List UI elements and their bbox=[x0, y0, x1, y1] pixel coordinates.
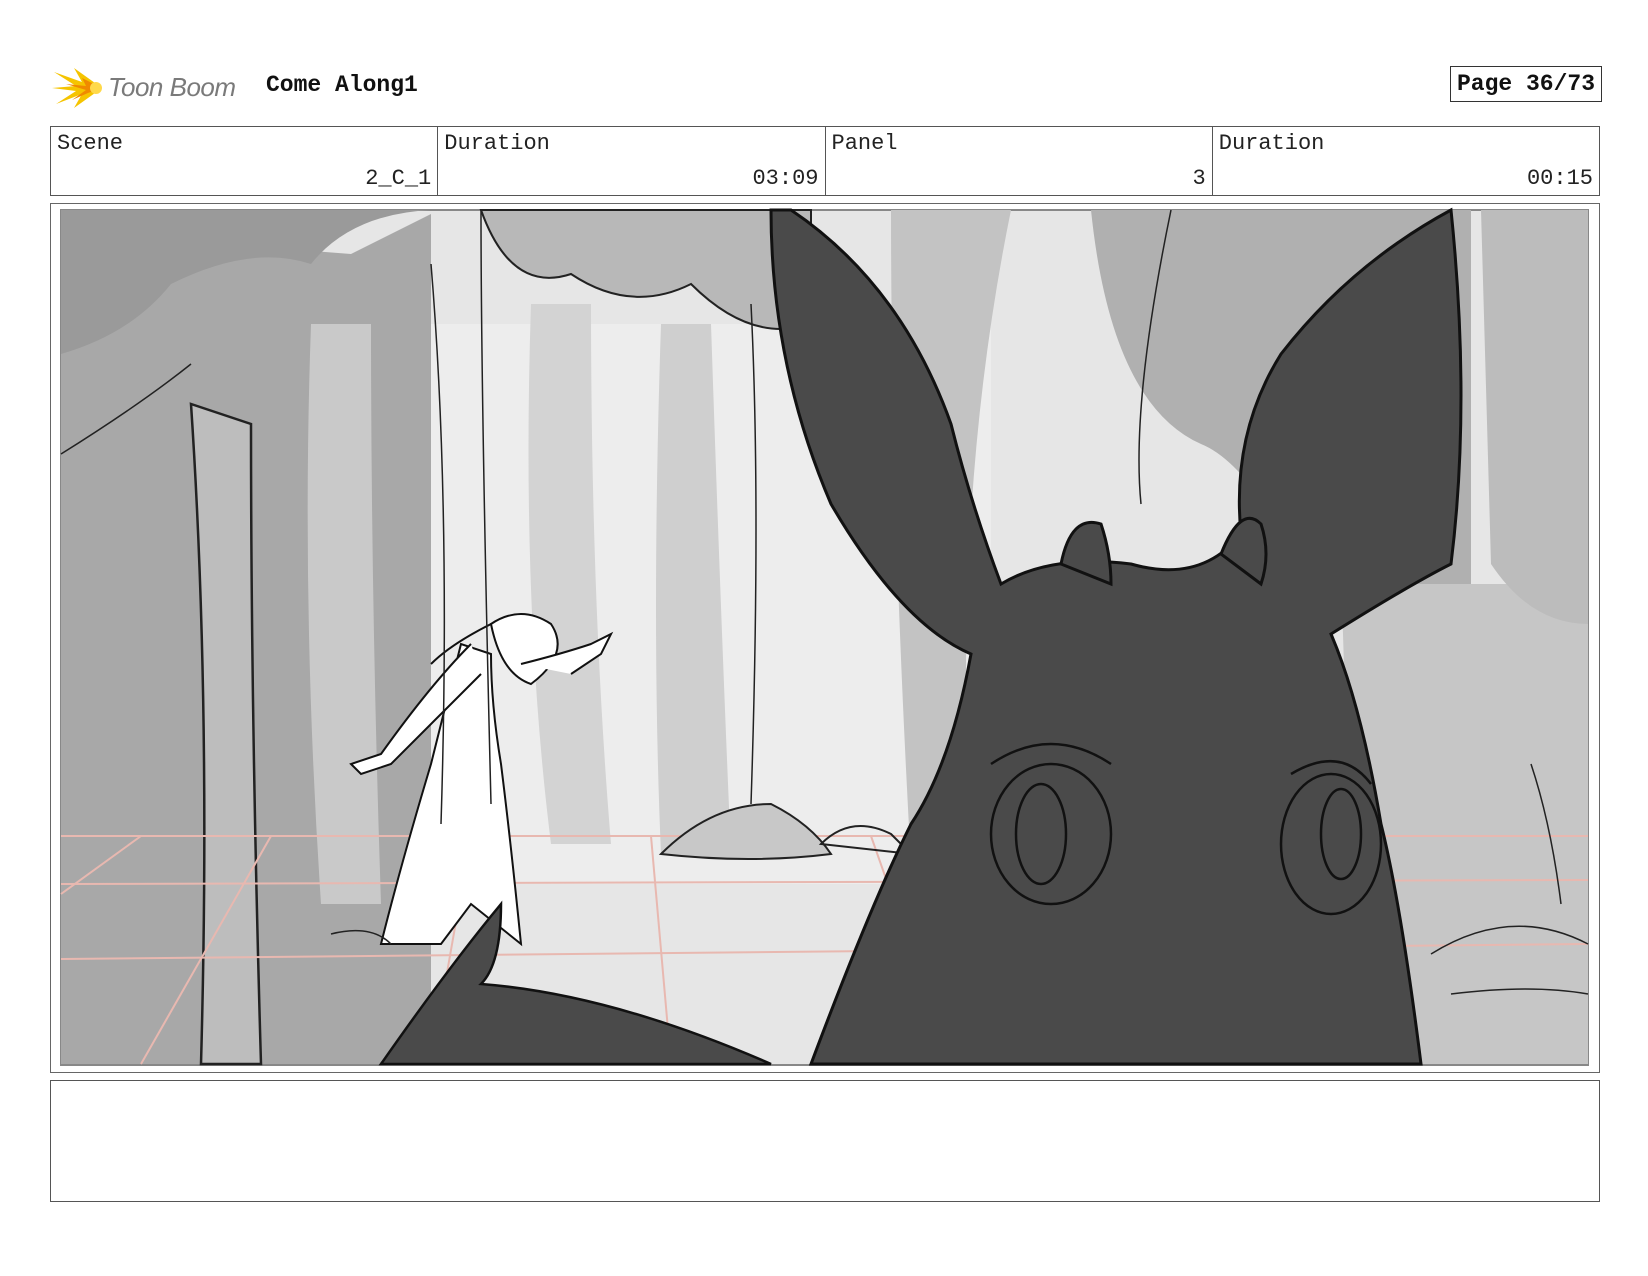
panel-duration-value: 00:15 bbox=[1526, 166, 1593, 191]
panel-duration-cell: Duration 00:15 bbox=[1213, 127, 1599, 195]
toon-boom-logo: Toon Boom bbox=[52, 62, 252, 114]
storyboard-panel bbox=[50, 203, 1600, 1073]
starburst-icon bbox=[52, 68, 102, 108]
logo-text: Toon Boom bbox=[108, 72, 236, 102]
scene-cell: Scene 2_C_1 bbox=[51, 127, 439, 195]
scene-info-row: Scene 2_C_1 Duration 03:09 Panel 3 Durat… bbox=[50, 126, 1600, 196]
page-header: Toon Boom Come Along1 Page 36/73 bbox=[52, 58, 1602, 118]
scene-duration-cell: Duration 03:09 bbox=[438, 127, 826, 195]
scene-label: Scene bbox=[57, 131, 124, 156]
panel-label: Panel bbox=[831, 131, 898, 156]
panel-duration-label: Duration bbox=[1218, 131, 1325, 156]
duration-value: 03:09 bbox=[752, 166, 819, 191]
panel-drawing bbox=[60, 207, 1589, 1066]
duration-label: Duration bbox=[444, 131, 550, 156]
panel-value: 3 bbox=[1192, 166, 1206, 191]
panel-cell: Panel 3 bbox=[826, 127, 1213, 195]
project-title: Come Along1 bbox=[266, 72, 418, 98]
panel-notes bbox=[50, 1080, 1600, 1202]
page-number: Page 36/73 bbox=[1449, 66, 1602, 102]
scene-value: 2_C_1 bbox=[365, 166, 432, 191]
